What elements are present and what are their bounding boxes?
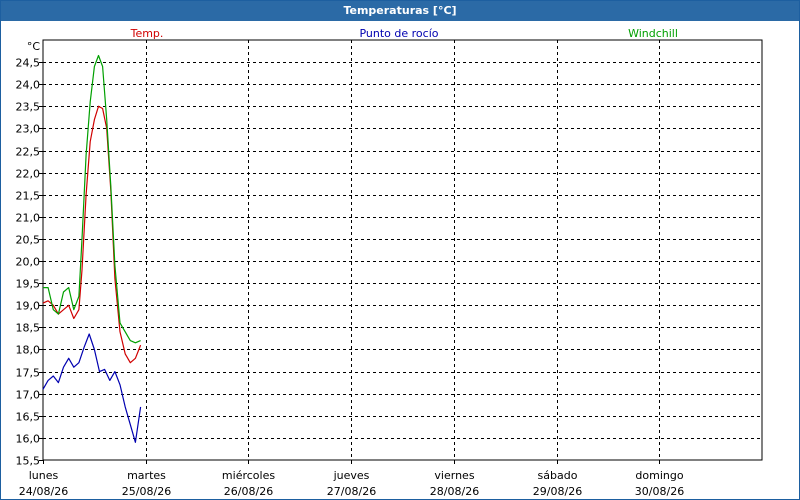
x-tick-day: lunes (29, 469, 59, 482)
plot-area (42, 39, 763, 461)
y-tick-label: 22,0 (16, 168, 41, 181)
x-tick-date: 28/08/26 (430, 485, 479, 498)
x-tick-day: miércoles (222, 469, 275, 482)
y-axis-unit: °C (27, 40, 41, 53)
x-tick-day: martes (127, 469, 166, 482)
y-tick-label: 16,0 (16, 433, 41, 446)
y-tick-label: 19,0 (16, 300, 41, 313)
x-tick-date: 29/08/26 (533, 485, 582, 498)
y-tick-label: 17,5 (16, 367, 41, 380)
y-tick-label: 23,5 (16, 101, 41, 114)
y-tick-label: 23,0 (16, 123, 41, 136)
x-tick-day: domingo (635, 469, 683, 482)
y-tick-label: 20,0 (16, 256, 41, 269)
y-tick-label: 24,0 (16, 79, 41, 92)
x-tick-day: jueves (333, 469, 370, 482)
y-tick-label: 21,5 (16, 190, 41, 203)
y-tick-label: 21,0 (16, 212, 41, 225)
x-tick-date: 30/08/26 (635, 485, 684, 498)
x-tick-date: 24/08/26 (19, 485, 68, 498)
y-tick-label: 16,5 (16, 411, 41, 424)
y-tick-label: 15,5 (16, 455, 41, 468)
y-tick-label: 22,5 (16, 146, 41, 159)
x-tick-date: 27/08/26 (327, 485, 376, 498)
legend-entry: Temp. (130, 27, 164, 40)
x-tick-date: 26/08/26 (224, 485, 273, 498)
x-tick-day: sábado (538, 469, 578, 482)
legend-entry: Windchill (628, 27, 678, 40)
y-tick-label: 19,5 (16, 278, 41, 291)
y-tick-label: 20,5 (16, 234, 41, 247)
y-tick-label: 18,5 (16, 322, 41, 335)
temperature-chart: 15,5 16,0 16,5 17,0 17,5 18,0 18,5 19,0 19,5 20,0… (16, 27, 763, 498)
y-tick-label: 24,5 (16, 57, 41, 70)
y-tick-label: 17,0 (16, 389, 41, 402)
x-tick-day: viernes (434, 469, 474, 482)
x-tick-date: 25/08/26 (122, 485, 171, 498)
legend-entry: Punto de rocío (359, 27, 438, 40)
y-tick-label: 18,0 (16, 344, 41, 357)
chart-window: Temperaturas [°C] 15,5 16,0 16,5 17,0 17,5 18… (0, 0, 800, 500)
